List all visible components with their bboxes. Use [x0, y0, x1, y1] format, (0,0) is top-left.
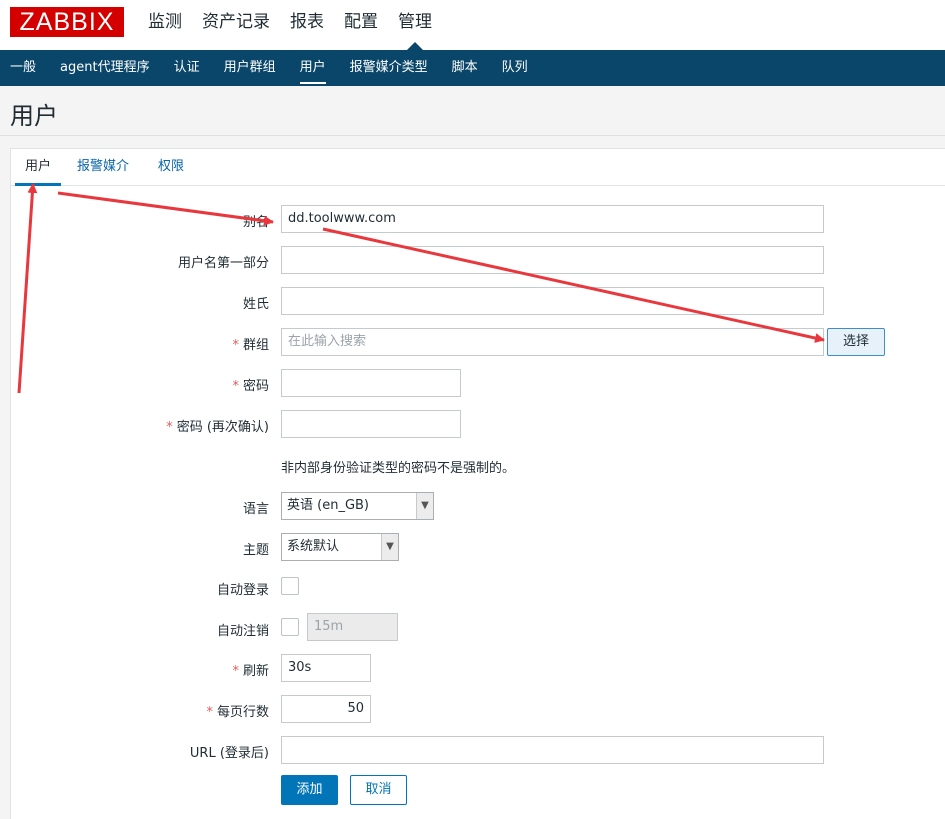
- surname-label: 姓氏: [242, 297, 269, 312]
- required-marker: *: [166, 420, 173, 435]
- rows-per-page-input[interactable]: 50: [281, 695, 371, 723]
- rows-per-page-label: * 每页行数: [206, 705, 269, 720]
- add-button[interactable]: 添加: [281, 775, 338, 805]
- menu-reports[interactable]: 报表: [280, 0, 334, 46]
- theme-select[interactable]: 系统默认 ▼: [281, 533, 399, 561]
- tab-permissions[interactable]: 权限: [158, 149, 184, 183]
- menu-administration[interactable]: 管理: [388, 0, 442, 50]
- top-header: ZABBIX 监测 资产记录 报表 配置 管理: [0, 0, 945, 50]
- autologout-label: 自动注销: [216, 624, 269, 639]
- subnav-scripts[interactable]: 脚本: [452, 50, 478, 86]
- autologout-checkbox[interactable]: [281, 618, 299, 636]
- password-note: 非内部身份验证类型的密码不是强制的。: [281, 461, 516, 476]
- cancel-button[interactable]: 取消: [350, 775, 407, 805]
- subnav-user-groups[interactable]: 用户群组: [224, 50, 276, 86]
- autologin-label: 自动登录: [216, 583, 269, 598]
- required-marker: *: [232, 664, 239, 679]
- name-input[interactable]: [281, 246, 824, 274]
- menu-inventory[interactable]: 资产记录: [192, 0, 280, 46]
- name-label: 用户名第一部分: [177, 256, 269, 271]
- alias-input[interactable]: dd.toolwww.com: [281, 205, 824, 233]
- subnav-general[interactable]: 一般: [10, 50, 36, 86]
- password-label: * 密码: [232, 379, 269, 394]
- language-label: 语言: [242, 502, 269, 517]
- main-menu: 监测 资产记录 报表 配置 管理: [138, 0, 442, 50]
- tab-media[interactable]: 报警媒介: [77, 149, 129, 183]
- password-confirm-input[interactable]: [281, 410, 461, 438]
- language-value: 英语 (en_GB): [287, 498, 370, 513]
- theme-label: 主题: [242, 543, 269, 558]
- header-divider: [0, 135, 945, 136]
- zabbix-logo[interactable]: ZABBIX: [10, 7, 124, 37]
- chevron-down-icon: ▼: [416, 493, 433, 519]
- subnav-proxies[interactable]: agent代理程序: [60, 50, 150, 86]
- subnav-authentication[interactable]: 认证: [174, 50, 200, 86]
- refresh-label: * 刷新: [232, 664, 269, 679]
- user-form-card: 用户 报警媒介 权限 别名 dd.toolwww.com 用户名第一部分 姓氏 …: [10, 148, 945, 819]
- language-select[interactable]: 英语 (en_GB) ▼: [281, 492, 434, 520]
- menu-monitoring[interactable]: 监测: [138, 0, 192, 46]
- subnav-users[interactable]: 用户: [299, 50, 326, 86]
- menu-configuration[interactable]: 配置: [334, 0, 388, 46]
- groups-label: * 群组: [232, 338, 269, 353]
- groups-select-button[interactable]: 选择: [827, 328, 885, 356]
- sub-navigation: 一般 agent代理程序 认证 用户群组 用户 报警媒介类型 脚本 队列: [0, 50, 945, 86]
- subnav-queue[interactable]: 队列: [502, 50, 528, 86]
- password-input[interactable]: [281, 369, 461, 397]
- theme-value: 系统默认: [287, 539, 340, 554]
- tab-user[interactable]: 用户: [15, 149, 62, 186]
- page-title: 用户: [10, 102, 58, 130]
- groups-search-input[interactable]: 在此输入搜索: [281, 328, 824, 356]
- form-tabs: 用户 报警媒介 权限: [11, 149, 945, 186]
- required-marker: *: [232, 379, 239, 394]
- chevron-down-icon: ▼: [381, 534, 398, 560]
- url-input[interactable]: [281, 736, 824, 764]
- password-confirm-label: * 密码 (再次确认): [166, 420, 269, 435]
- autologin-checkbox[interactable]: [281, 577, 299, 595]
- surname-input[interactable]: [281, 287, 824, 315]
- refresh-input[interactable]: 30s: [281, 654, 371, 682]
- required-marker: *: [232, 338, 239, 353]
- url-label: URL (登录后): [189, 746, 269, 761]
- subnav-media-types[interactable]: 报警媒介类型: [350, 50, 428, 86]
- required-marker: *: [206, 705, 213, 720]
- autologout-input: 15m: [307, 613, 398, 641]
- alias-label: 别名: [242, 215, 269, 230]
